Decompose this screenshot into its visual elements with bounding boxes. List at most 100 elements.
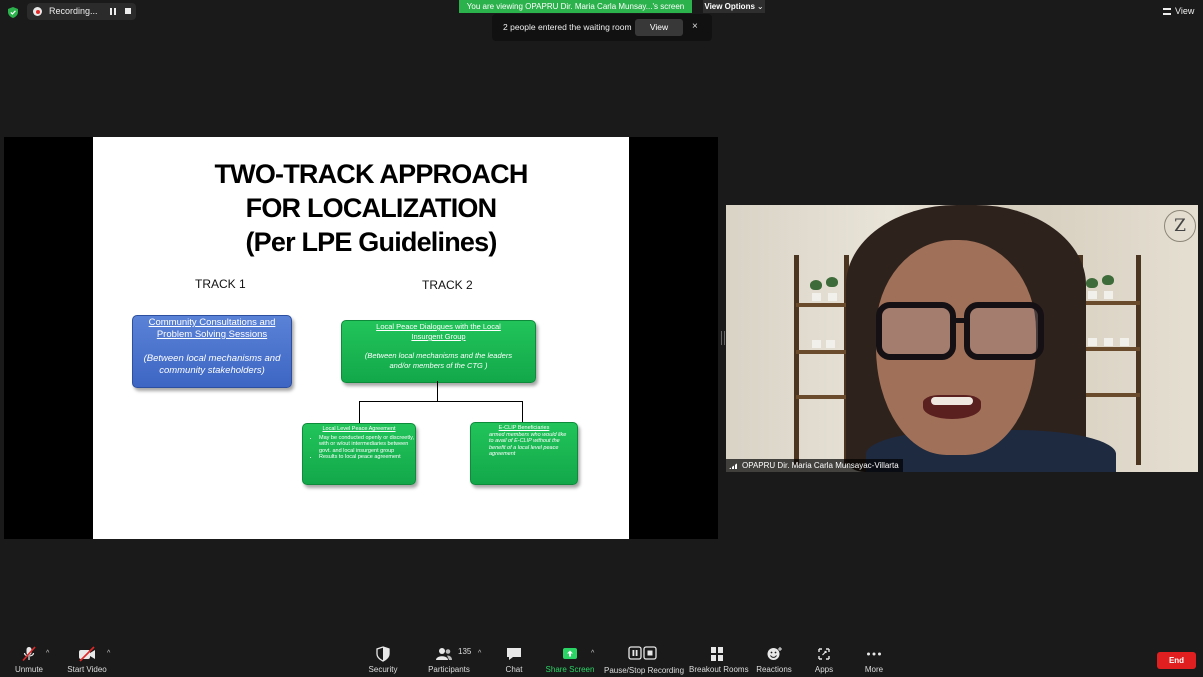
track-1-heading: Community Consultations and Problem Solv… — [148, 317, 276, 340]
unmute-label: Unmute — [14, 665, 43, 674]
plant-pot — [826, 340, 835, 348]
local-peace-agreement-heading: Local Level Peace Agreement — [322, 426, 396, 432]
participants-button[interactable]: 135 Participants — [426, 646, 472, 676]
microphone-muted-icon — [22, 646, 36, 662]
close-icon[interactable]: × — [692, 20, 698, 34]
track-2-label: TRACK 2 — [422, 278, 473, 292]
video-options-caret-icon[interactable]: ^ — [107, 650, 110, 657]
plant-pot — [1120, 338, 1129, 346]
plant-icon — [1102, 275, 1114, 285]
recording-dot-icon — [33, 7, 42, 16]
breakout-rooms-button[interactable]: Breakout Rooms — [689, 646, 749, 676]
chat-button[interactable]: Chat — [500, 646, 528, 676]
plant-icon — [810, 280, 822, 290]
background-logo-icon: Z — [1164, 210, 1196, 242]
shared-screen: TWO-TRACK APPROACH FOR LOCALIZATION (Per… — [4, 137, 718, 539]
track-2-box: Local Peace Dialogues with the Local Ins… — [341, 320, 536, 383]
plant-pot — [1088, 291, 1097, 299]
view-options-label: View Options — [704, 2, 755, 11]
plant-pot — [1104, 338, 1113, 346]
bookshelf-shelf — [796, 350, 848, 354]
local-peace-agreement-box: Local Level Peace Agreement May be condu… — [302, 423, 416, 485]
start-video-button[interactable]: Start Video — [63, 646, 111, 676]
pause-stop-recording-label: Pause/Stop Recording — [604, 666, 685, 675]
bookshelf-shelf — [796, 303, 848, 307]
participants-options-caret-icon[interactable]: ^ — [478, 650, 481, 657]
eclip-beneficiaries-box: E-CLIP Beneficiaries armed members who w… — [470, 422, 578, 485]
slide-title-line-2: FOR LOCALIZATION — [245, 193, 497, 223]
view-options-button[interactable]: View Options ⌄ — [703, 0, 765, 13]
presentation-slide: TWO-TRACK APPROACH FOR LOCALIZATION (Per… — [93, 137, 629, 539]
bookshelf-post — [794, 255, 799, 465]
bookshelf-shelf — [1078, 393, 1140, 397]
notification-text: 2 people entered the waiting room — [503, 22, 632, 32]
shield-icon — [376, 646, 390, 662]
plant-pot — [1104, 291, 1113, 299]
slide-title-line-3: (Per LPE Guidelines) — [245, 227, 497, 257]
reactions-button[interactable]: Reactions — [756, 646, 792, 676]
apps-button[interactable]: Apps — [810, 646, 838, 676]
plant-pot — [1088, 338, 1097, 346]
layout-grid-icon — [1163, 8, 1171, 15]
share-screen-button[interactable]: Share Screen — [545, 646, 595, 676]
slide-title-line-1: TWO-TRACK APPROACH — [214, 159, 528, 189]
share-options-caret-icon[interactable]: ^ — [591, 650, 594, 657]
plant-icon — [826, 277, 838, 287]
chevron-down-icon: ⌄ — [756, 2, 764, 11]
security-label: Security — [368, 665, 398, 674]
participant-name: OPAPRU Dir. Maria Carla Munsayac-Villart… — [742, 461, 899, 470]
security-shield-icon[interactable] — [8, 7, 18, 18]
connector-vertical-main — [437, 381, 438, 401]
slide-title: TWO-TRACK APPROACH FOR LOCALIZATION (Per… — [93, 157, 649, 259]
bookshelf-shelf — [1078, 301, 1140, 305]
chat-label: Chat — [505, 665, 523, 674]
viewing-screen-banner: You are viewing OPAPRU Dir. Maria Carla … — [459, 0, 692, 13]
participants-label: Participants — [428, 665, 470, 674]
glasses-left-lens — [876, 302, 956, 360]
view-layout-label: View — [1175, 6, 1195, 16]
security-button[interactable]: Security — [364, 646, 402, 676]
local-peace-agreement-bullet-2: Results to local peace agreement — [319, 454, 415, 461]
track-2-heading: Local Peace Dialogues with the Local Ins… — [376, 322, 501, 341]
local-peace-agreement-bullet-1: May be conducted openly or discreetly, w… — [319, 435, 415, 455]
glasses-right-lens — [964, 302, 1044, 360]
apps-label: Apps — [814, 665, 834, 674]
more-button[interactable]: More — [860, 646, 888, 676]
chat-bubble-icon — [507, 648, 521, 660]
pause-recording-icon[interactable] — [110, 8, 117, 15]
start-video-label: Start Video — [67, 665, 107, 674]
participant-video[interactable]: Z OPAPRU Dir. Maria Carla Munsayac-Villa… — [726, 205, 1198, 472]
bookshelf-shelf — [796, 395, 848, 399]
connector-horizontal — [359, 401, 522, 402]
signal-strength-icon — [729, 462, 739, 469]
breakout-rooms-label: Breakout Rooms — [689, 665, 749, 674]
waiting-room-notification: 2 people entered the waiting room View × — [492, 14, 712, 41]
bookshelf-shelf — [1078, 347, 1140, 351]
stop-recording-icon[interactable] — [125, 8, 131, 14]
connector-right — [522, 401, 523, 422]
track-1-box: Community Consultations and Problem Solv… — [132, 315, 292, 388]
person-teeth — [931, 397, 973, 405]
view-layout-button[interactable]: View — [1163, 4, 1194, 18]
participant-count: 135 — [458, 647, 472, 656]
share-screen-icon — [563, 648, 577, 659]
unmute-button[interactable]: Unmute — [8, 646, 50, 676]
recording-label: Recording... — [49, 6, 98, 16]
audio-options-caret-icon[interactable]: ^ — [46, 650, 49, 657]
participants-icon — [436, 648, 453, 660]
panel-resize-handle[interactable] — [721, 331, 725, 345]
pause-stop-recording-button[interactable]: Pause/Stop Recording — [604, 646, 685, 676]
more-label: More — [864, 665, 884, 674]
end-meeting-button[interactable]: End — [1157, 652, 1196, 669]
more-dots-icon — [867, 652, 881, 656]
share-screen-label: Share Screen — [545, 665, 595, 674]
plant-pot — [812, 293, 821, 301]
plant-pot — [812, 340, 821, 348]
plant-icon — [1086, 278, 1098, 288]
connector-left — [359, 401, 360, 423]
breakout-rooms-icon — [711, 647, 723, 661]
glasses-bridge — [954, 318, 970, 323]
video-camera-off-icon — [79, 646, 95, 662]
notification-view-button[interactable]: View — [635, 19, 683, 36]
recording-indicator: Recording... — [27, 3, 136, 20]
